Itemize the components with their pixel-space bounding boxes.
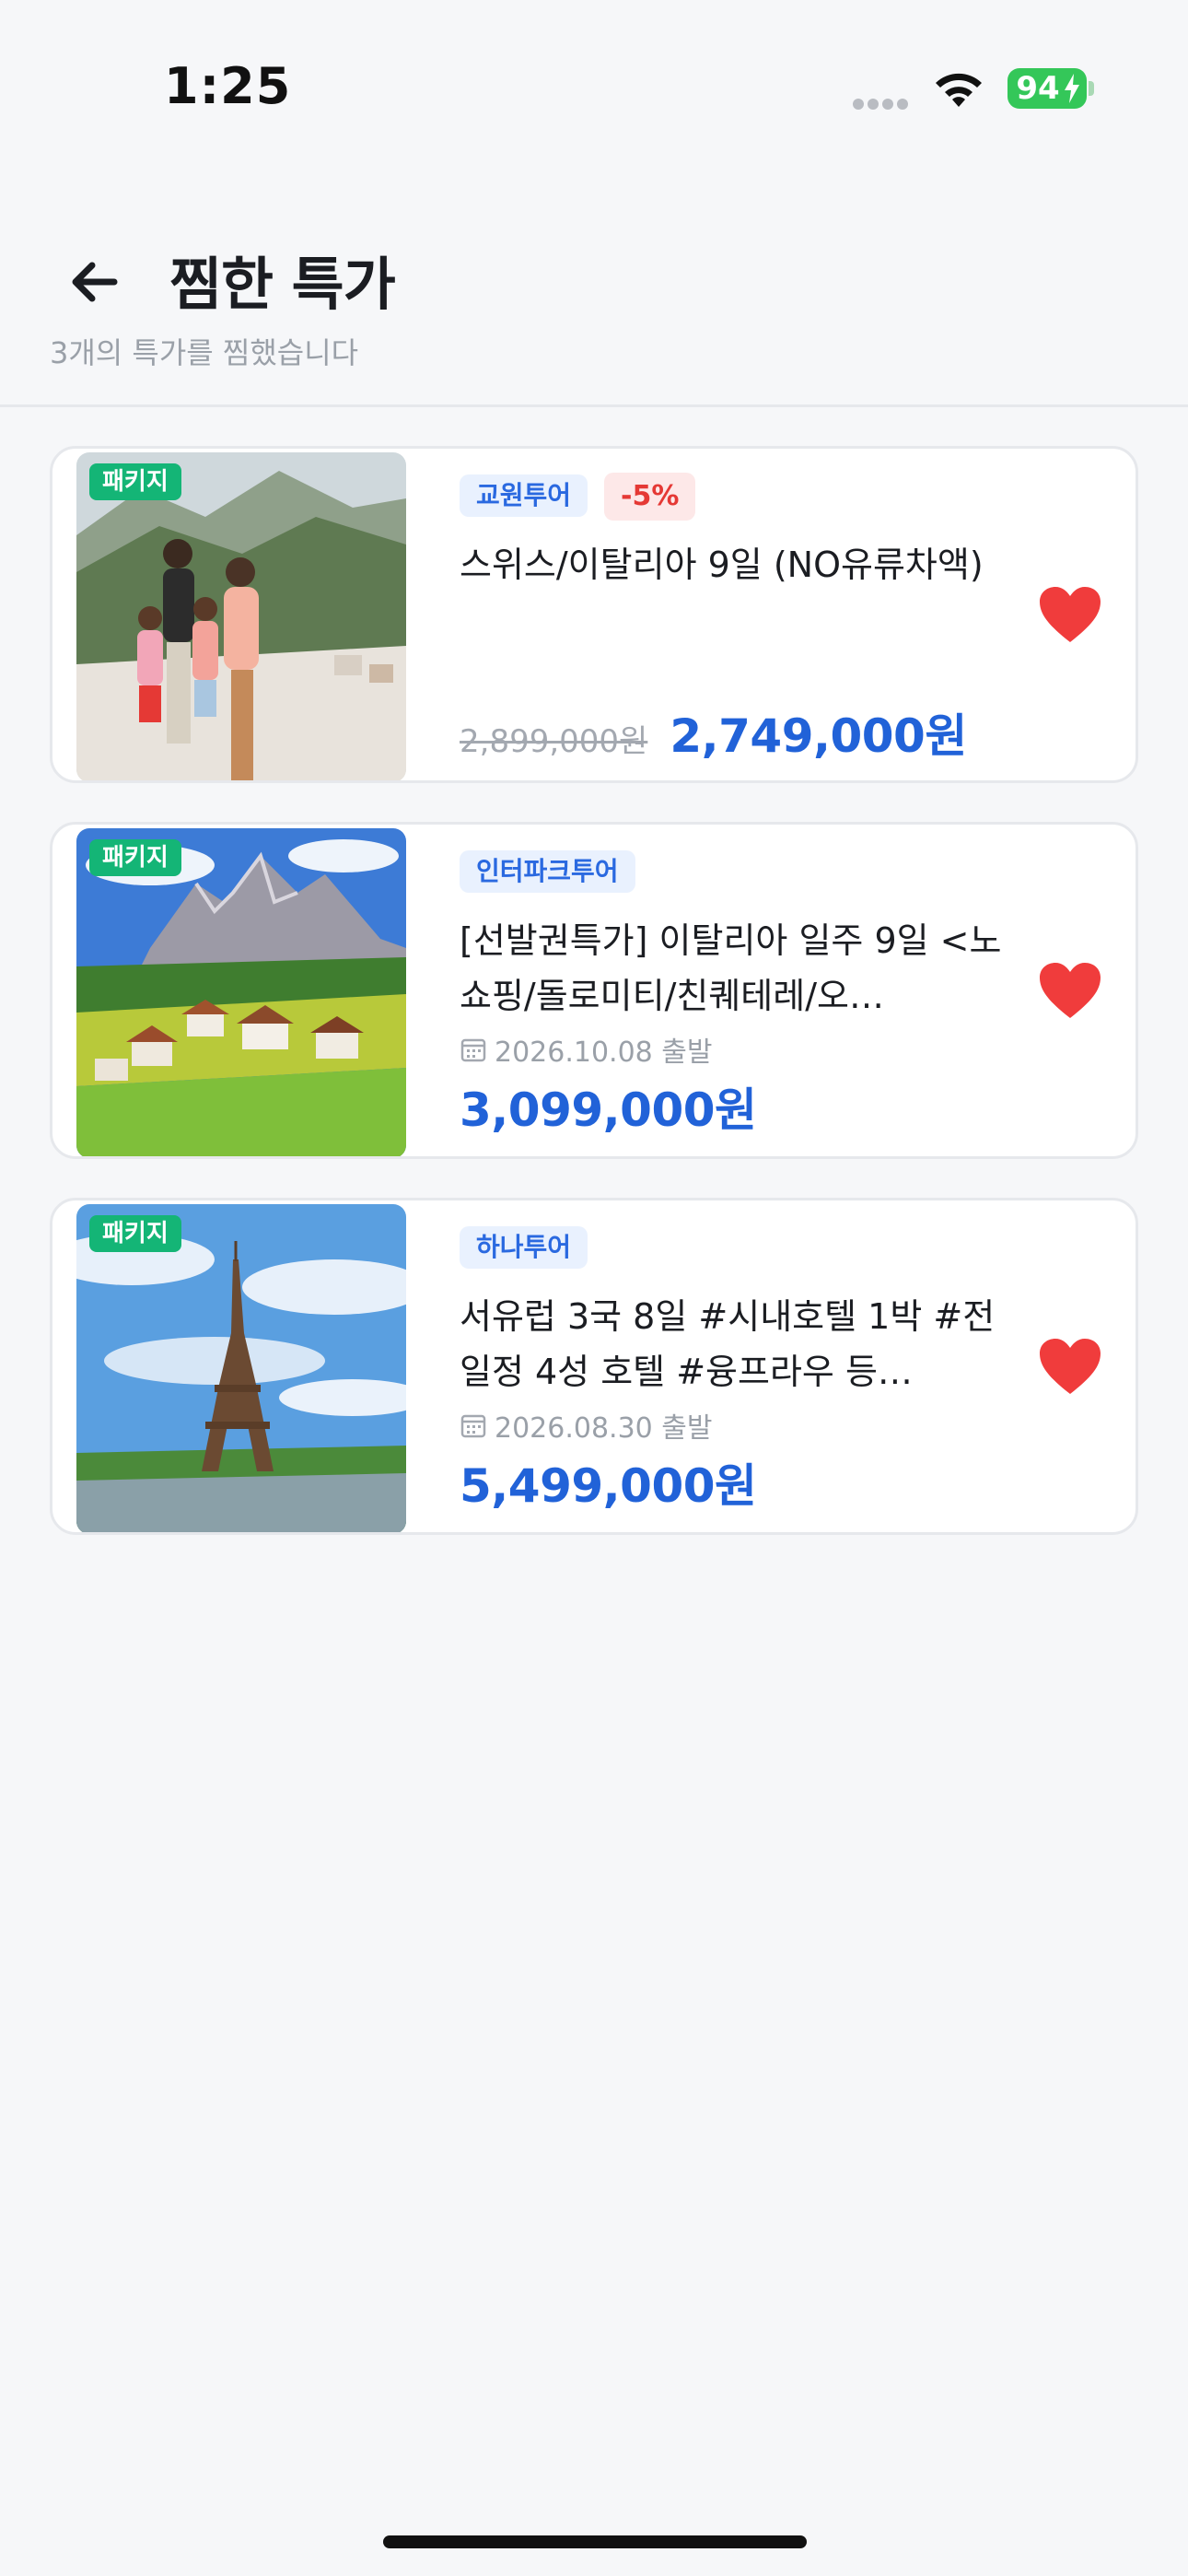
departure-date: 2026.08.30 출발 <box>460 1405 713 1446</box>
deal-card[interactable]: 패키지 인터파크투어 [선발권특가] 이탈리아 일주 9일 <노쇼핑/돌로미티/… <box>50 822 1138 1159</box>
status-time: 1:25 <box>164 57 292 115</box>
price-row: 2,899,000원 2,749,000원 <box>460 699 967 766</box>
deal-thumbnail <box>76 1204 406 1532</box>
deal-title: 서유럽 3국 8일 #시내호텔 1박 #전 일정 4성 호텔 #융프라우 등… <box>460 1296 996 1392</box>
deal-tags: 교원투어 -5% <box>460 473 696 521</box>
deal-info: 교원투어 -5% 스위스/이탈리아 9일 (NO유류차액) 2,899,000원… <box>447 449 1018 780</box>
page-header: 찜한 특가 3개의 특가를 찜했습니다 <box>0 212 1188 407</box>
discount-tag: -5% <box>604 473 696 521</box>
deal-title: 스위스/이탈리아 9일 (NO유류차액) <box>460 544 984 585</box>
deal-card[interactable]: 패키지 교원투어 -5% 스위스/이탈리아 9일 (NO유류차액) 2,899,… <box>50 446 1138 783</box>
page-title: 찜한 특가 <box>169 251 396 318</box>
agency-tag: 교원투어 <box>460 474 588 517</box>
deal-info: 하나투어 서유럽 3국 8일 #시내호텔 1박 #전 일정 4성 호텔 #융프라… <box>447 1200 1018 1532</box>
status-bar: 1:25 94 <box>0 0 1188 175</box>
price-row: 3,099,000원 <box>460 1073 757 1140</box>
heart-icon[interactable] <box>1038 1337 1102 1398</box>
home-indicator[interactable] <box>383 2535 807 2548</box>
agency-tag: 인터파크투어 <box>460 850 635 893</box>
package-badge: 패키지 <box>89 463 181 500</box>
battery-charging-icon: 94 <box>1007 68 1087 109</box>
deal-thumbnail <box>76 828 406 1156</box>
heart-icon[interactable] <box>1038 961 1102 1022</box>
deal-card[interactable]: 패키지 하나투어 서유럽 3국 8일 #시내호텔 1박 #전 일정 4성 호텔 … <box>50 1198 1138 1535</box>
original-price: 2,899,000원 <box>460 723 648 760</box>
calendar-icon <box>460 1038 486 1062</box>
departure-date-text: 2026.08.30 출발 <box>495 1412 713 1445</box>
departure-date-text: 2026.10.08 출발 <box>495 1036 713 1069</box>
agency-tag: 하나투어 <box>460 1226 588 1269</box>
deal-tags: 하나투어 <box>460 1226 588 1269</box>
battery-cap <box>1089 81 1094 96</box>
deal-price: 3,099,000원 <box>460 1083 757 1137</box>
calendar-icon <box>460 1414 486 1438</box>
package-badge: 패키지 <box>89 1215 181 1252</box>
departure-date: 2026.10.08 출발 <box>460 1029 713 1070</box>
arrow-left-icon[interactable] <box>61 247 131 317</box>
deal-price: 2,749,000원 <box>670 709 967 763</box>
wifi-icon <box>936 73 982 107</box>
deal-tags: 인터파크투어 <box>460 850 635 893</box>
deal-info: 인터파크투어 [선발권특가] 이탈리아 일주 9일 <노쇼핑/돌로미티/친퀘테레… <box>447 825 1018 1156</box>
deal-price: 5,499,000원 <box>460 1459 757 1513</box>
page-subtitle: 3개의 특가를 찜했습니다 <box>50 335 359 370</box>
battery-level: 94 <box>1016 70 1060 107</box>
heart-icon[interactable] <box>1038 585 1102 646</box>
wishlist-deals-screen: 1:25 94 찜한 특가 3개의 특가를 찜했습니다 패키지 교원투어 -5%… <box>0 0 1188 2576</box>
deal-thumbnail <box>76 452 406 780</box>
signal-dots-icon <box>853 96 914 110</box>
deal-title: [선발권특가] 이탈리아 일주 9일 <노쇼핑/돌로미티/친퀘테레/오… <box>460 920 1002 1016</box>
price-row: 5,499,000원 <box>460 1449 757 1516</box>
package-badge: 패키지 <box>89 839 181 876</box>
